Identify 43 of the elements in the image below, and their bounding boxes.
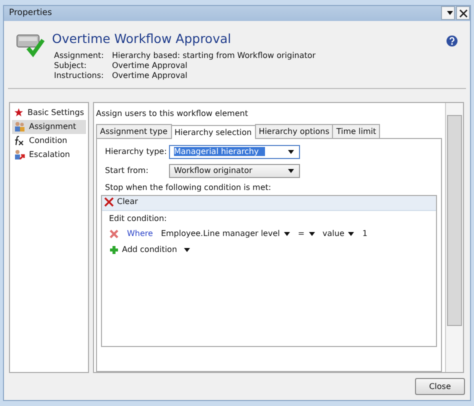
clear-button[interactable]: Clear [104,196,138,207]
window-title: Properties [9,8,52,18]
field-picker[interactable]: Employee.Line manager level [160,229,290,238]
detail-label: Instructions: [54,70,105,80]
star-icon [14,107,24,118]
sidebar-item[interactable]: Basic Settings [12,106,86,120]
detail-value: Hierarchy based: starting from Workflow originator [112,50,317,60]
tab[interactable]: Time limit [332,124,380,138]
tab[interactable]: Hierarchy selection [170,124,256,139]
function-icon [14,135,25,146]
scrollbar[interactable] [445,102,463,372]
help-icon[interactable] [446,34,458,47]
sidebar-item[interactable]: Assignment [12,120,86,134]
field-label: Hierarchy type: [105,147,168,156]
sidebar-item[interactable]: Escalation [12,148,86,162]
where-link[interactable]: Where [127,229,153,238]
condition-heading: Stop when the following condition is met: [105,182,272,192]
plus-icon [109,244,119,255]
workflow-title: Overtime Workflow Approval [52,30,232,46]
close-icon [458,8,468,18]
detail-label: Assignment: [54,50,105,60]
clear-icon [104,196,114,207]
add-condition-button[interactable]: Add condition [102,242,198,258]
detail-value: Overtime Approval [112,60,188,70]
delete-icon[interactable] [109,228,119,239]
escalation-icon [14,149,25,160]
tab[interactable]: Assignment type [96,124,172,138]
dropdown-button[interactable] [441,6,455,20]
close-button[interactable] [456,6,470,20]
value-type-picker[interactable]: value [322,229,354,238]
sidebar-item[interactable]: Condition [12,134,86,148]
detail-value: Overtime Approval [112,70,188,80]
operator-picker[interactable]: = [298,229,315,238]
dropdown-field[interactable]: Managerial hierarchy [169,144,300,159]
edit-condition-label: Edit condition: [108,212,168,225]
users-icon [14,121,25,132]
close-dialog-button[interactable]: Close [415,378,465,395]
dropdown-field[interactable]: Workflow originator [169,164,300,178]
field-label: Start from: [105,166,150,176]
condition-value: 1 [362,229,368,238]
tab[interactable]: Hierarchy options [254,124,334,138]
detail-label: Subject: [54,60,88,70]
section-heading: Assign users to this workflow element [96,108,249,118]
